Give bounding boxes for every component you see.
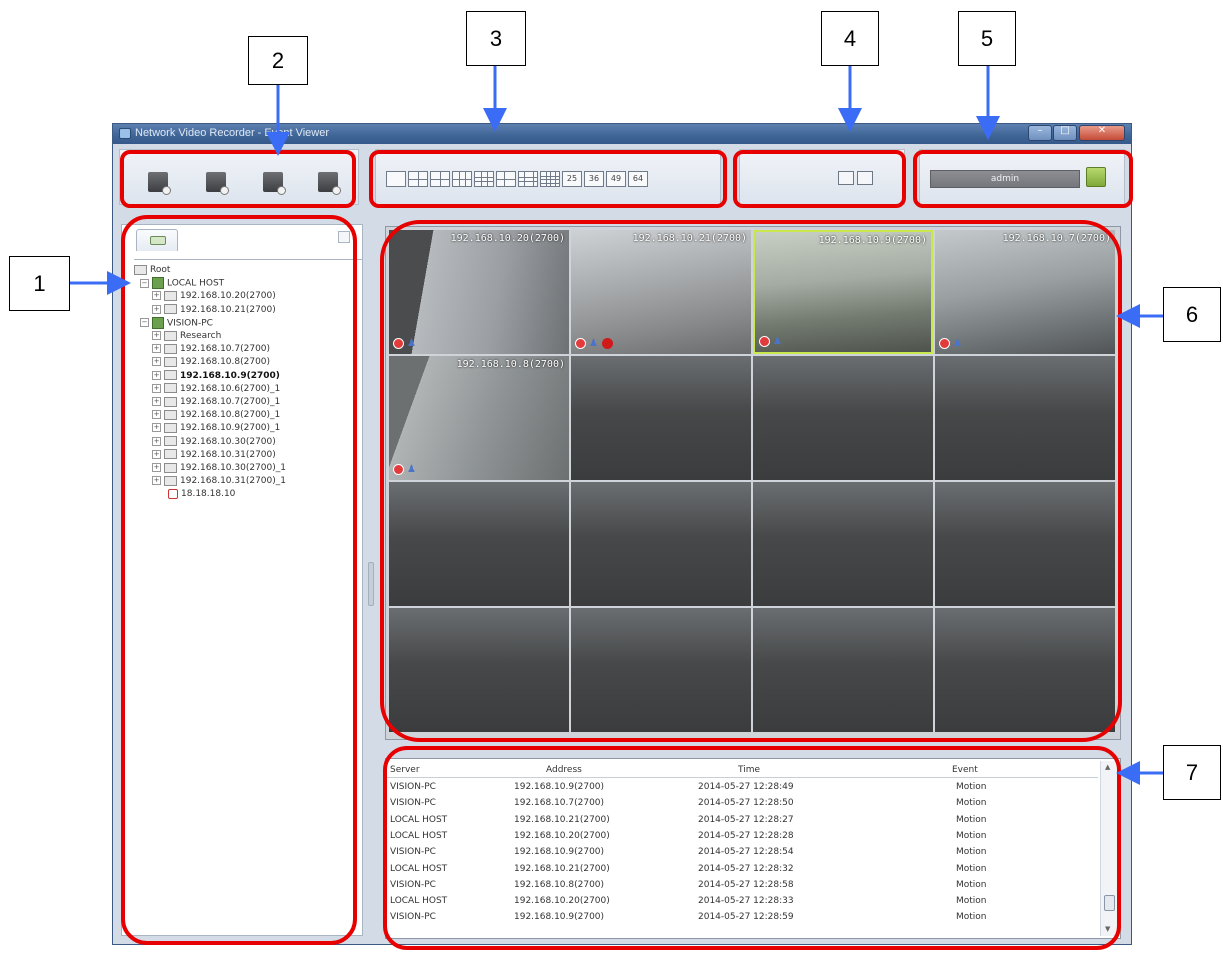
callout-6: 6 [1163, 287, 1221, 342]
callout-arrows [70, 66, 1163, 785]
callout-2: 2 [248, 36, 308, 85]
callout-7: 7 [1163, 745, 1221, 800]
callout-1: 1 [9, 256, 70, 311]
callout-3: 3 [466, 11, 526, 66]
callout-4: 4 [821, 11, 879, 66]
callout-5: 5 [958, 11, 1016, 66]
